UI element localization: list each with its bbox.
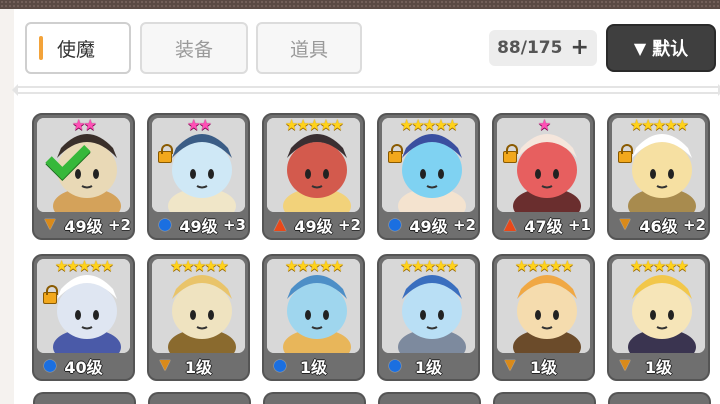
lock-icon: [158, 144, 173, 163]
familiar-level: 1级: [414, 358, 443, 377]
tab-familiars-label: 使魔: [57, 38, 96, 61]
familiar-card[interactable]: ★★★★★ ● 40级: [32, 254, 135, 381]
familiar-card[interactable]: ★★★★★ ▲ +2 49级: [262, 113, 365, 240]
familiar-card[interactable]: ★★★★★ ▼ 1级: [147, 254, 250, 381]
star-rating: ★★★★★: [399, 116, 459, 134]
tab-equipment[interactable]: 装备: [140, 22, 248, 74]
familiar-level: 49级: [64, 217, 103, 236]
star-rating: ★: [537, 116, 551, 134]
familiar-level: 49级: [294, 217, 333, 236]
familiar-card-partial[interactable]: [148, 392, 251, 404]
familiar-card[interactable]: ★★★★★ ▼ 1级: [492, 254, 595, 381]
tab-items-label: 道具: [289, 38, 328, 61]
star-rating: ★★★★★: [514, 257, 574, 275]
sort-label: 默认: [652, 39, 689, 60]
familiar-level: 1级: [644, 358, 673, 377]
expand-capacity-button[interactable]: +: [570, 37, 588, 59]
familiar-card-partial[interactable]: [493, 392, 596, 404]
familiar-card[interactable]: ★★ ● +3 49级: [147, 113, 250, 240]
star-rating: ★★★★★: [399, 257, 459, 275]
familiar-level: 47级: [524, 217, 563, 236]
star-rating: ★★★★★: [284, 116, 344, 134]
lock-icon: [388, 144, 403, 163]
star-rating: ★★★★★: [54, 257, 114, 275]
star-rating: ★★★★★: [629, 257, 689, 275]
lock-icon: [43, 285, 58, 304]
familiar-level: 1级: [299, 358, 328, 377]
familiar-level: 1级: [529, 358, 558, 377]
familiar-card[interactable]: ★★ ▼ +2 49级: [32, 113, 135, 240]
tab-items[interactable]: 道具: [256, 22, 362, 74]
dropdown-arrow-icon: ▼: [633, 38, 647, 58]
familiar-card[interactable]: ★★★★★ ● 1级: [377, 254, 480, 381]
star-rating: ★★: [187, 116, 212, 134]
lock-icon: [503, 144, 518, 163]
familiar-card[interactable]: ★★★★★ ● 1级: [262, 254, 365, 381]
familiar-card-partial[interactable]: [263, 392, 366, 404]
familiar-card[interactable]: ★★★★★ ▼ 1级: [607, 254, 710, 381]
sort-dropdown[interactable]: ▼ 默认: [606, 24, 716, 72]
familiar-level: 40级: [64, 358, 103, 377]
familiar-card[interactable]: ★ ▲ +1 47级: [492, 113, 595, 240]
familiar-level: 49级: [179, 217, 218, 236]
active-tab-accent: [39, 36, 43, 60]
top-decor-strip: [0, 0, 720, 9]
star-rating: ★★★★★: [629, 116, 689, 134]
lock-icon: [618, 144, 633, 163]
capacity-counter: 88/175 +: [489, 30, 597, 66]
familiar-level: 46级: [639, 217, 678, 236]
capacity-text: 88/175: [497, 38, 563, 58]
familiar-card[interactable]: ★★★★★ ▼ +2 46级: [607, 113, 710, 240]
star-rating: ★★★★★: [284, 257, 344, 275]
familiar-card-partial[interactable]: [378, 392, 481, 404]
familiar-card-partial[interactable]: [608, 392, 711, 404]
tab-equipment-label: 装备: [174, 38, 213, 61]
familiar-card-partial[interactable]: [33, 392, 136, 404]
tab-familiars[interactable]: 使魔: [25, 22, 131, 74]
star-rating: ★★: [72, 116, 97, 134]
horizontal-scrollbar[interactable]: [12, 84, 720, 96]
familiar-level: 49级: [409, 217, 448, 236]
familiar-card[interactable]: ★★★★★ ● +2 49级: [377, 113, 480, 240]
familiar-level: 1级: [184, 358, 213, 377]
star-rating: ★★★★★: [169, 257, 229, 275]
